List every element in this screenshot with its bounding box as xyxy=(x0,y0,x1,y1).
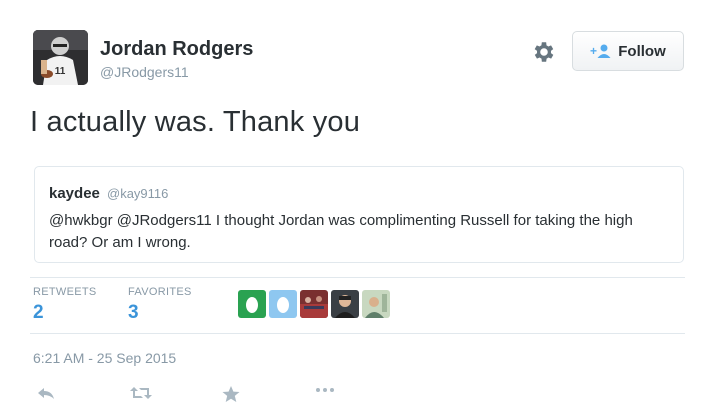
blue-egg-avatar-icon[interactable] xyxy=(269,290,297,318)
gear-icon[interactable] xyxy=(531,39,557,65)
outdoor-avatar-icon[interactable] xyxy=(362,290,390,318)
tweet-timestamp[interactable]: 6:21 AM - 25 Sep 2015 xyxy=(33,350,176,366)
favorites-count[interactable]: 3 xyxy=(128,302,139,324)
add-user-icon: + xyxy=(590,44,612,58)
follow-button[interactable]: + Follow xyxy=(572,31,684,71)
svg-text:11: 11 xyxy=(55,66,66,77)
favoriter-avatars xyxy=(238,290,393,318)
green-egg-avatar-icon[interactable] xyxy=(238,290,266,318)
author-avatar[interactable]: 11 xyxy=(33,30,88,85)
favorites-label: FAVORITES xyxy=(128,286,192,298)
retweet-icon[interactable] xyxy=(128,385,154,405)
football-player-avatar-icon: 11 xyxy=(33,30,88,85)
retweets-count[interactable]: 2 xyxy=(33,302,44,324)
follow-label: Follow xyxy=(618,42,666,60)
divider-top xyxy=(30,277,685,278)
favorite-icon[interactable] xyxy=(218,385,244,405)
quoted-tweet[interactable]: kaydee @kay9116 @hwkbgr @JRodgers11 I th… xyxy=(34,166,684,263)
author-name[interactable]: Jordan Rodgers xyxy=(100,38,253,61)
quoted-author-name: kaydee xyxy=(49,185,100,202)
svg-text:+: + xyxy=(590,44,597,58)
retweets-label: RETWEETS xyxy=(33,286,97,298)
quoted-tweet-text: @hwkbgr @JRodgers11 I thought Jordan was… xyxy=(49,212,633,251)
reply-icon[interactable] xyxy=(33,385,59,405)
person-avatar-icon[interactable] xyxy=(331,290,359,318)
more-icon[interactable] xyxy=(312,385,338,405)
author-handle[interactable]: @JRodgers11 xyxy=(100,64,189,80)
crowd-avatar-icon[interactable] xyxy=(300,290,328,318)
quoted-author-handle: @kay9116 xyxy=(107,186,169,201)
divider-bottom xyxy=(30,333,685,334)
tweet-text: I actually was. Thank you xyxy=(30,106,361,138)
